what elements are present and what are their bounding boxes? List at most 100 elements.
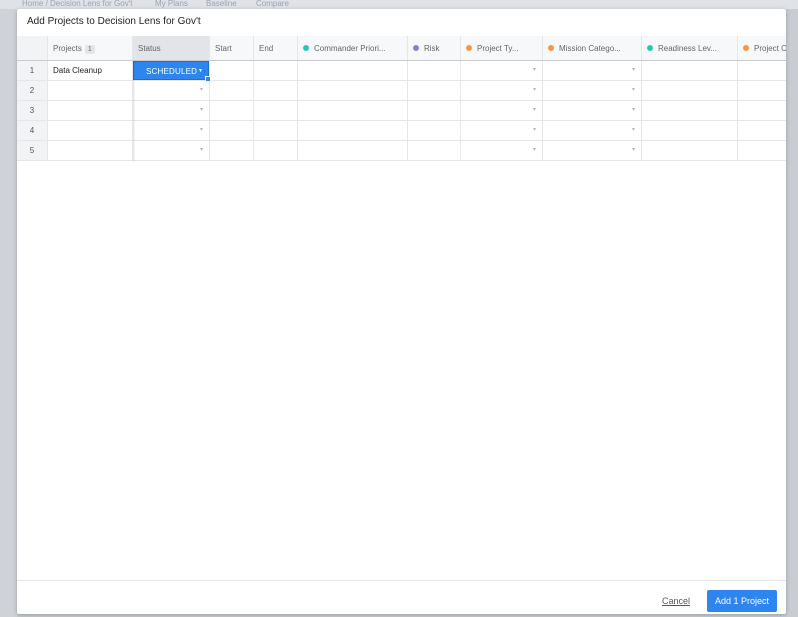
start-date-cell[interactable] (210, 121, 254, 140)
status-cell[interactable]: ▾ (133, 141, 210, 160)
start-date-cell[interactable] (210, 81, 254, 100)
column-header-mission-category[interactable]: Mission Catego... (543, 36, 642, 60)
end-date-cell[interactable] (254, 61, 298, 80)
risk-cell[interactable] (408, 101, 461, 120)
orange-dot-icon (466, 45, 472, 51)
project-c-cell[interactable] (738, 121, 786, 140)
row-number: 4 (17, 121, 48, 140)
end-date-cell[interactable] (254, 101, 298, 120)
row-number: 1 (17, 61, 48, 80)
project-type-cell[interactable]: ▾ (461, 141, 543, 160)
bg-tab-compare: Compare (256, 0, 289, 8)
commander-priority-cell[interactable] (298, 101, 408, 120)
column-header-end[interactable]: End (254, 36, 298, 60)
bg-tab-baseline: Baseline (206, 0, 237, 8)
project-type-cell[interactable]: ▾ (461, 61, 543, 80)
chevron-down-icon: ▾ (532, 127, 536, 133)
risk-cell[interactable] (408, 141, 461, 160)
end-date-cell[interactable] (254, 121, 298, 140)
readiness-level-cell[interactable] (642, 61, 738, 80)
add-project-button[interactable]: Add 1 Project (707, 590, 777, 612)
orange-dot-icon (743, 45, 749, 51)
commander-priority-cell[interactable] (298, 61, 408, 80)
chevron-down-icon: ▾ (532, 67, 536, 73)
column-label: Readiness Lev... (658, 44, 717, 53)
teal-dot-icon (303, 45, 309, 51)
commander-priority-cell[interactable] (298, 141, 408, 160)
project-c-cell[interactable] (738, 61, 786, 80)
project-type-cell[interactable]: ▾ (461, 81, 543, 100)
column-label: Project Ty... (477, 44, 519, 53)
background-app-tabs: Home / Decision Lens for Gov't My Plans … (0, 0, 798, 9)
column-label: Mission Catego... (559, 44, 621, 53)
project-c-cell[interactable] (738, 81, 786, 100)
start-date-cell[interactable] (210, 141, 254, 160)
teal-dot-icon (647, 45, 653, 51)
project-type-cell[interactable]: ▾ (461, 121, 543, 140)
bg-tab-home: Home / Decision Lens for Gov't (22, 0, 133, 8)
commander-priority-cell[interactable] (298, 81, 408, 100)
chevron-down-icon: ▾ (199, 147, 203, 153)
grid-header-row: Projects 1 Status Start End Commander Pri… (17, 36, 786, 61)
project-c-cell[interactable] (738, 101, 786, 120)
column-header-project-c[interactable]: Project C (738, 36, 786, 60)
column-header-risk[interactable]: Risk (408, 36, 461, 60)
readiness-level-cell[interactable] (642, 121, 738, 140)
dialog-header: Add Projects to Decision Lens for Gov't (17, 9, 786, 37)
project-name-cell[interactable] (48, 101, 133, 120)
chevron-down-icon: ▾ (199, 87, 203, 93)
mission-category-cell[interactable]: ▾ (543, 141, 642, 160)
project-name-cell[interactable]: Data Cleanup (48, 61, 133, 80)
project-type-cell[interactable]: ▾ (461, 101, 543, 120)
background-sidebar (0, 9, 17, 617)
bg-tab-my-plans: My Plans (155, 0, 188, 8)
commander-priority-cell[interactable] (298, 121, 408, 140)
project-name-cell[interactable] (48, 121, 133, 140)
dialog-title: Add Projects to Decision Lens for Gov't (27, 16, 201, 27)
status-cell[interactable]: SCHEDULED ▾ (133, 61, 211, 82)
projects-grid: Projects 1 Status Start End Commander Pri… (17, 36, 786, 161)
frozen-column-shadow (133, 61, 135, 161)
cancel-button[interactable]: Cancel (662, 596, 690, 606)
risk-cell[interactable] (408, 81, 461, 100)
column-label: End (259, 44, 274, 53)
status-cell[interactable]: ▾ (133, 101, 210, 120)
column-label: Project C (754, 44, 786, 53)
end-date-cell[interactable] (254, 81, 298, 100)
status-dropdown-selected[interactable]: SCHEDULED ▾ (133, 61, 211, 82)
project-name-cell[interactable] (48, 81, 133, 100)
status-cell[interactable]: ▾ (133, 121, 210, 140)
readiness-level-cell[interactable] (642, 141, 738, 160)
risk-cell[interactable] (408, 121, 461, 140)
start-date-cell[interactable] (210, 61, 254, 80)
column-header-start[interactable]: Start (210, 36, 254, 60)
mission-category-cell[interactable]: ▾ (543, 101, 642, 120)
mission-category-cell[interactable]: ▾ (543, 61, 642, 80)
column-header-readiness-level[interactable]: Readiness Lev... (642, 36, 738, 60)
project-name-cell[interactable] (48, 141, 133, 160)
dialog-footer: Cancel Add 1 Project (17, 580, 786, 614)
corner-cell (17, 36, 48, 60)
status-cell[interactable]: ▾ (133, 81, 210, 100)
column-header-commander-priority[interactable]: Commander Priori... (298, 36, 408, 60)
end-date-cell[interactable] (254, 141, 298, 160)
risk-cell[interactable] (408, 61, 461, 80)
readiness-level-cell[interactable] (642, 81, 738, 100)
readiness-level-cell[interactable] (642, 101, 738, 120)
column-header-status[interactable]: Status (133, 36, 210, 60)
mission-category-cell[interactable]: ▾ (543, 121, 642, 140)
status-value: SCHEDULED (146, 67, 198, 76)
chevron-down-icon: ▾ (199, 127, 203, 133)
add-projects-dialog: Add Projects to Decision Lens for Gov't … (17, 9, 786, 614)
chevron-down-icon: ▾ (631, 67, 635, 73)
column-header-projects[interactable]: Projects 1 (48, 36, 133, 60)
project-count-badge: 1 (84, 45, 95, 54)
chevron-down-icon: ▾ (631, 87, 635, 93)
row-number: 2 (17, 81, 48, 100)
start-date-cell[interactable] (210, 101, 254, 120)
column-header-project-type[interactable]: Project Ty... (461, 36, 543, 60)
mission-category-cell[interactable]: ▾ (543, 81, 642, 100)
chevron-down-icon: ▾ (532, 107, 536, 113)
project-c-cell[interactable] (738, 141, 786, 160)
chevron-down-icon: ▾ (631, 127, 635, 133)
